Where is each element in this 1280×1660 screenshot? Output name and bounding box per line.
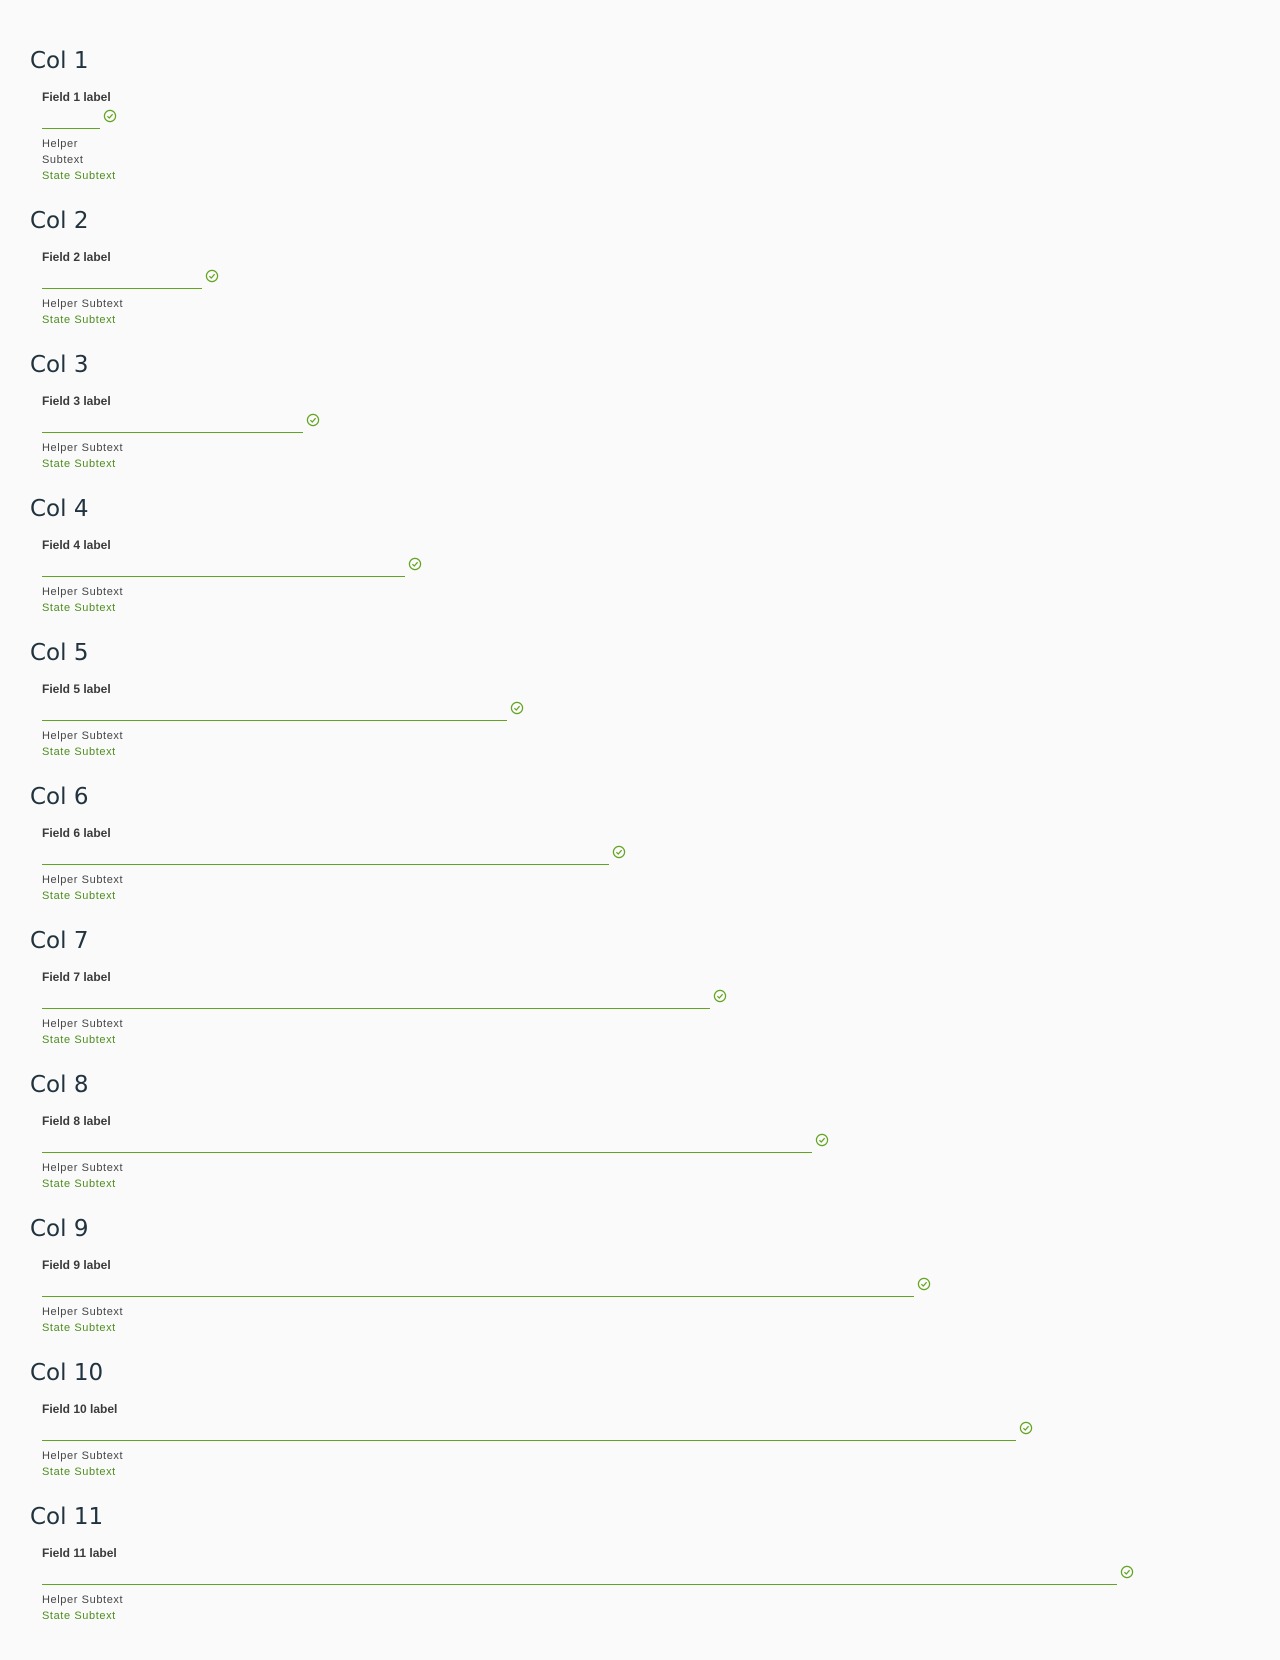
success-check-icon xyxy=(917,1277,931,1291)
helper-text: Helper Subtext xyxy=(42,874,124,886)
state-text: State Subtext xyxy=(42,314,116,326)
col-title: Col 9 xyxy=(30,1216,89,1242)
success-check-icon xyxy=(612,845,626,859)
field-label: Field 2 label xyxy=(42,250,111,264)
success-check-icon xyxy=(408,557,422,571)
state-text: State Subtext xyxy=(42,1610,116,1622)
helper-text: Helper Subtext xyxy=(42,1594,124,1606)
col-title: Col 1 xyxy=(30,48,89,74)
helper-text: Helper Subtext xyxy=(42,1162,124,1174)
field-4-input[interactable] xyxy=(42,560,405,577)
col-title: Col 7 xyxy=(30,928,89,954)
field-6-input[interactable] xyxy=(42,848,609,865)
state-text: State Subtext xyxy=(42,890,116,902)
field-label: Field 9 label xyxy=(42,1258,111,1272)
success-check-icon xyxy=(510,701,524,715)
success-check-icon xyxy=(103,109,117,123)
field-label: Field 10 label xyxy=(42,1402,118,1416)
col-title: Col 5 xyxy=(30,640,89,666)
field-10-input[interactable] xyxy=(42,1424,1016,1441)
field-label: Field 5 label xyxy=(42,682,111,696)
helper-text: Helper Subtext xyxy=(42,298,124,310)
col-title: Col 2 xyxy=(30,208,89,234)
field-label: Field 7 label xyxy=(42,970,111,984)
state-text: State Subtext xyxy=(42,746,116,758)
state-text: State Subtext xyxy=(42,1322,116,1334)
col-title: Col 3 xyxy=(30,352,89,378)
helper-text: Helper Subtext xyxy=(42,1450,124,1462)
field-3-input[interactable] xyxy=(42,416,303,433)
field-2-input[interactable] xyxy=(42,272,202,289)
col-title: Col 6 xyxy=(30,784,89,810)
state-text: State Subtext xyxy=(42,170,116,182)
helper-text: Helper Subtext xyxy=(42,138,84,166)
state-text: State Subtext xyxy=(42,1466,116,1478)
field-label: Field 6 label xyxy=(42,826,111,840)
success-check-icon xyxy=(1120,1565,1134,1579)
col-title: Col 10 xyxy=(30,1360,104,1386)
success-check-icon xyxy=(205,269,219,283)
form-columns-page: Col 1 Field 1 label Helper Subtext State… xyxy=(0,0,1280,1660)
field-label: Field 11 label xyxy=(42,1546,117,1560)
state-text: State Subtext xyxy=(42,1178,116,1190)
helper-text: Helper Subtext xyxy=(42,442,124,454)
field-label: Field 3 label xyxy=(42,394,111,408)
success-check-icon xyxy=(815,1133,829,1147)
helper-text: Helper Subtext xyxy=(42,1306,124,1318)
success-check-icon xyxy=(713,989,727,1003)
success-check-icon xyxy=(1019,1421,1033,1435)
col-title: Col 4 xyxy=(30,496,89,522)
state-text: State Subtext xyxy=(42,602,116,614)
helper-text: Helper Subtext xyxy=(42,730,124,742)
field-label: Field 4 label xyxy=(42,538,111,552)
field-5-input[interactable] xyxy=(42,704,507,721)
field-9-input[interactable] xyxy=(42,1280,914,1297)
field-7-input[interactable] xyxy=(42,992,710,1009)
field-label: Field 8 label xyxy=(42,1114,111,1128)
col-title: Col 11 xyxy=(30,1504,104,1530)
field-1-input[interactable] xyxy=(42,112,100,129)
col-title: Col 8 xyxy=(30,1072,89,1098)
field-11-input[interactable] xyxy=(42,1568,1117,1585)
helper-text: Helper Subtext xyxy=(42,586,124,598)
state-text: State Subtext xyxy=(42,1034,116,1046)
success-check-icon xyxy=(306,413,320,427)
field-label: Field 1 label xyxy=(42,90,111,104)
state-text: State Subtext xyxy=(42,458,116,470)
field-8-input[interactable] xyxy=(42,1136,812,1153)
helper-text: Helper Subtext xyxy=(42,1018,124,1030)
